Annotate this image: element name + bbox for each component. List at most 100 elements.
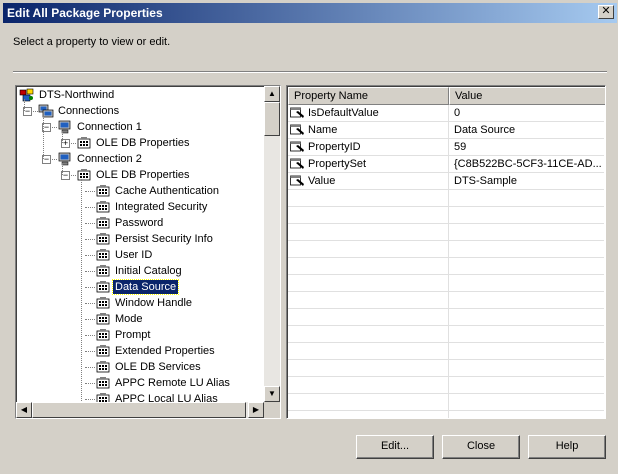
package-tree-view[interactable]: DTS-Northwind − Connections − Connection 1 + O… xyxy=(15,85,281,419)
property-group-icon xyxy=(95,216,111,230)
property-name-cell: IsDefaultValue xyxy=(308,107,379,119)
empty-row xyxy=(288,224,604,241)
empty-row xyxy=(288,360,604,377)
property-name-cell: PropertySet xyxy=(308,158,367,170)
tree-item[interactable]: Data Source xyxy=(17,279,264,295)
tree-connector xyxy=(85,303,95,304)
tree-item[interactable]: Persist Security Info xyxy=(17,231,264,247)
property-group-icon xyxy=(95,280,111,294)
property-row[interactable]: PropertyID 59 xyxy=(288,139,604,156)
tree-connector xyxy=(85,399,95,400)
tree-item[interactable]: Cache Authentication xyxy=(17,183,264,199)
edit-button[interactable]: Edit... xyxy=(356,435,434,459)
tree-item[interactable]: Mode xyxy=(17,311,264,327)
column-header-property-name[interactable]: Property Name xyxy=(288,87,449,105)
property-group-icon xyxy=(95,328,111,342)
empty-row xyxy=(288,309,604,326)
tree-horizontal-scrollbar[interactable]: ◀ ▶ xyxy=(16,402,264,418)
property-group-icon xyxy=(95,184,111,198)
tree-item[interactable]: Initial Catalog xyxy=(17,263,264,279)
scroll-down-button[interactable]: ▼ xyxy=(264,386,280,402)
property-group-icon xyxy=(95,376,111,390)
tree-item-label: Data Source xyxy=(111,279,180,295)
property-row[interactable]: Name Data Source xyxy=(288,122,604,139)
empty-row xyxy=(288,411,604,418)
vertical-scroll-thumb[interactable] xyxy=(264,102,280,136)
scroll-up-button[interactable]: ▲ xyxy=(264,86,280,102)
tree-guide-line xyxy=(43,115,44,159)
tree-item[interactable]: DTS-Northwind xyxy=(17,87,264,103)
tree-item[interactable]: − OLE DB Properties xyxy=(17,167,264,183)
tree-item[interactable]: − Connection 2 xyxy=(17,151,264,167)
property-group-icon xyxy=(95,296,111,310)
tree-vertical-scrollbar[interactable]: ▲ ▼ xyxy=(264,86,280,402)
package-icon xyxy=(19,88,35,102)
tree-item-label: Persist Security Info xyxy=(115,233,213,245)
grid-header: Property Name Value xyxy=(288,87,605,105)
scroll-left-button[interactable]: ◀ xyxy=(16,402,32,418)
tree-connector xyxy=(85,335,95,336)
edit-all-package-properties-dialog: Edit All Package Properties ✕ Select a p… xyxy=(0,0,618,474)
tree-item[interactable]: OLE DB Services xyxy=(17,359,264,375)
empty-row xyxy=(288,326,604,343)
property-icon xyxy=(290,107,305,119)
tree-content: DTS-Northwind − Connections − Connection 1 + O… xyxy=(17,87,264,403)
property-row[interactable]: IsDefaultValue 0 xyxy=(288,105,604,122)
property-group-icon xyxy=(76,136,92,150)
tree-item[interactable]: APPC Remote LU Alias xyxy=(17,375,264,391)
empty-row xyxy=(288,190,604,207)
empty-row xyxy=(288,258,604,275)
tree-connector xyxy=(85,191,95,192)
scroll-right-button[interactable]: ▶ xyxy=(248,402,264,418)
tree-item-label: Cache Authentication xyxy=(115,185,219,197)
property-icon xyxy=(290,141,305,153)
property-row[interactable]: Value DTS-Sample xyxy=(288,173,604,190)
tree-item[interactable]: − Connections xyxy=(17,103,264,119)
column-header-value[interactable]: Value xyxy=(449,87,605,105)
property-group-icon xyxy=(95,312,111,326)
tree-connector xyxy=(85,239,95,240)
tree-guide-line xyxy=(62,131,63,143)
help-button[interactable]: Help xyxy=(528,435,606,459)
property-name-cell: Name xyxy=(308,124,338,136)
separator xyxy=(13,71,607,73)
property-value-cell: Data Source xyxy=(454,124,516,136)
property-group-icon xyxy=(76,168,92,182)
tree-item[interactable]: Password xyxy=(17,215,264,231)
empty-row xyxy=(288,275,604,292)
property-row[interactable]: PropertySet {C8B522BC-5CF3-11CE-AD... xyxy=(288,156,604,173)
empty-row xyxy=(288,343,604,360)
close-button[interactable]: Close xyxy=(442,435,520,459)
tree-item[interactable]: Extended Properties xyxy=(17,343,264,359)
horizontal-scroll-thumb[interactable] xyxy=(32,402,246,418)
tree-item-label: DTS-Northwind xyxy=(39,89,115,101)
close-window-button[interactable]: ✕ xyxy=(598,5,614,19)
tree-connector xyxy=(85,351,95,352)
tree-item[interactable]: Prompt xyxy=(17,327,264,343)
title-bar[interactable]: Edit All Package Properties ✕ xyxy=(3,3,617,23)
property-group-icon xyxy=(95,264,111,278)
tree-item[interactable]: Window Handle xyxy=(17,295,264,311)
tree-item-label: OLE DB Properties xyxy=(96,137,190,149)
tree-connector xyxy=(85,223,95,224)
tree-item-label: User ID xyxy=(115,249,153,261)
property-group-icon xyxy=(95,360,111,374)
tree-guide-line xyxy=(81,179,82,403)
tree-guide-line xyxy=(62,163,63,175)
property-icon xyxy=(290,124,305,136)
tree-item[interactable]: + OLE DB Properties xyxy=(17,135,264,151)
tree-connector xyxy=(85,367,95,368)
property-group-icon xyxy=(95,248,111,262)
tree-item-label: Password xyxy=(115,217,164,229)
tree-item[interactable]: Integrated Security xyxy=(17,199,264,215)
tree-item[interactable]: − Connection 1 xyxy=(17,119,264,135)
tree-connector xyxy=(85,383,95,384)
tree-item[interactable]: User ID xyxy=(17,247,264,263)
property-name-cell: PropertyID xyxy=(308,141,361,153)
property-grid[interactable]: Property Name Value IsDefaultValue 0 Name D… xyxy=(286,85,606,419)
empty-row xyxy=(288,292,604,309)
empty-row xyxy=(288,207,604,224)
connections-icon xyxy=(38,104,54,118)
tree-connector xyxy=(85,319,95,320)
tree-item-label: Integrated Security xyxy=(115,201,208,213)
